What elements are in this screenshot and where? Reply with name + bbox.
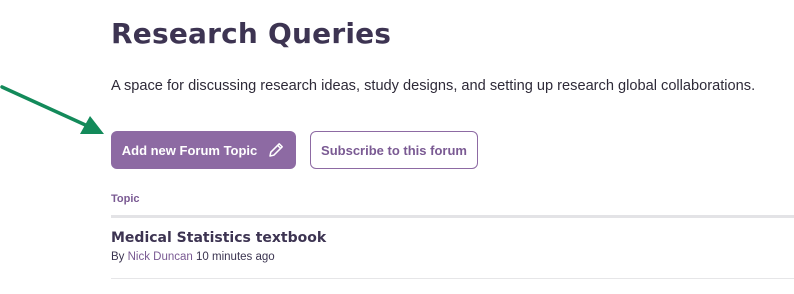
topic-column-header: Topic [111, 193, 140, 205]
post-time: 10 minutes ago [196, 251, 275, 263]
topic-meta: By Nick Duncan 10 minutes ago [111, 251, 275, 263]
page-title: Research Queries [111, 17, 392, 50]
topic-title-link[interactable]: Medical Statistics textbook [111, 230, 326, 246]
subscribe-forum-button[interactable]: Subscribe to this forum [310, 131, 478, 169]
add-forum-topic-label: Add new Forum Topic [121, 142, 258, 158]
pencil-icon [269, 143, 284, 157]
subscribe-forum-label: Subscribe to this forum [321, 142, 467, 158]
forum-description: A space for discussing research ideas, s… [111, 78, 756, 94]
by-label: By [111, 251, 125, 263]
table-row: Medical Statistics textbook By Nick Dunc… [111, 230, 794, 278]
row-divider [111, 278, 794, 279]
add-forum-topic-button[interactable]: Add new Forum Topic [111, 131, 296, 169]
arrow-icon [0, 85, 104, 134]
header-divider [111, 215, 794, 218]
author-link[interactable]: Nick Duncan [128, 251, 193, 263]
